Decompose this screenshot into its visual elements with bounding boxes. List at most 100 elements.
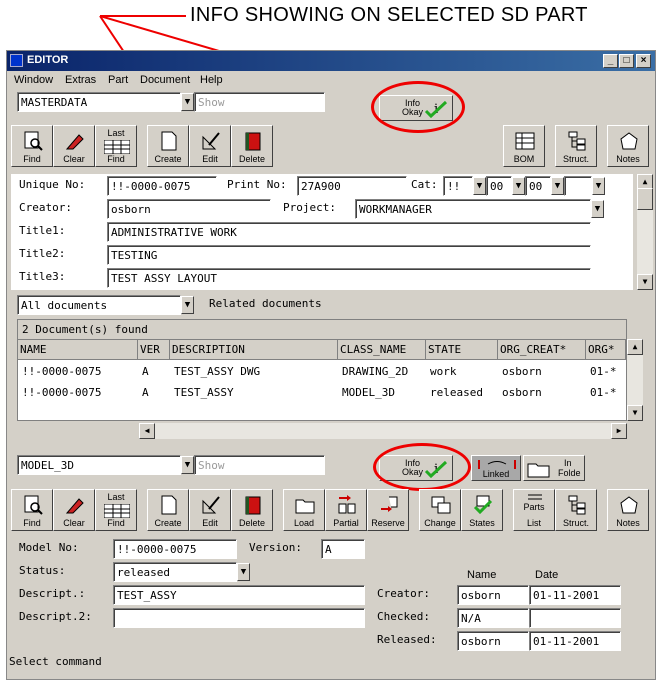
notes-icon <box>620 496 638 514</box>
part-scrollbar[interactable]: ▲ ▼ <box>637 174 653 290</box>
bom-button[interactable]: BOM <box>503 125 545 167</box>
states-button[interactable]: States <box>461 489 503 531</box>
col-ver[interactable]: VER <box>138 340 170 360</box>
edit-button[interactable]: Edit <box>189 125 231 167</box>
table-row[interactable]: !!-0000-0075 A TEST_ASSY MODEL_3D releas… <box>18 383 626 403</box>
last-find-button-2[interactable]: Last Find <box>95 489 137 531</box>
menu-window[interactable]: Window <box>14 74 53 86</box>
cat4-field[interactable] <box>564 176 592 196</box>
model-dropdown[interactable]: ▼ <box>181 456 194 474</box>
title1-field[interactable]: ADMINISTRATIVE WORK <box>107 222 591 242</box>
doc-scroll-down[interactable]: ▼ <box>627 405 643 421</box>
documents-hscroll[interactable]: ◀ ▶ <box>139 423 627 439</box>
scroll-down-button[interactable]: ▼ <box>637 274 653 290</box>
project-dropdown[interactable]: ▼ <box>591 200 604 218</box>
last-find-button[interactable]: Last Find <box>95 125 137 167</box>
descript2-field[interactable] <box>113 608 365 628</box>
notes-button[interactable]: Notes <box>607 125 649 167</box>
create-button-2[interactable]: Create <box>147 489 189 531</box>
cat3-dropdown[interactable]: ▼ <box>551 177 564 195</box>
creator-date-field[interactable]: 01-11-2001 <box>529 585 621 605</box>
delete-button[interactable]: Delete <box>231 125 273 167</box>
checked-name-field[interactable]: N/A <box>457 608 529 628</box>
cat2-dropdown[interactable]: ▼ <box>512 177 525 195</box>
doc-scroll-up[interactable]: ▲ <box>627 339 643 355</box>
structure-button[interactable]: Struct. <box>555 125 597 167</box>
show-field[interactable]: Show <box>194 92 325 112</box>
unique-no-field[interactable]: !!-0000-0075 <box>107 176 217 196</box>
cat3-field[interactable]: 00 <box>525 176 551 196</box>
in-folder-button[interactable]: In Folde <box>523 455 585 481</box>
clear-button[interactable]: Clear <box>53 125 95 167</box>
title3-field[interactable]: TEST ASSY LAYOUT <box>107 268 591 288</box>
structure-icon <box>568 495 586 515</box>
find-icon <box>24 131 43 151</box>
clear-button-2[interactable]: Clear <box>53 489 95 531</box>
delete-button-2[interactable]: Delete <box>231 489 273 531</box>
status-field[interactable]: released <box>113 562 237 582</box>
version-field[interactable]: A <box>321 539 365 559</box>
related-documents-label: Related documents <box>209 297 322 310</box>
new-document-icon <box>161 495 177 515</box>
menu-document[interactable]: Document <box>140 74 190 86</box>
doc-scroll-left[interactable]: ◀ <box>139 423 155 439</box>
col-org-creat[interactable]: ORG_CREAT* <box>498 340 586 360</box>
reserve-button[interactable]: Reserve <box>367 489 409 531</box>
cat2-field[interactable]: 00 <box>486 176 512 196</box>
edit-button-2[interactable]: Edit <box>189 489 231 531</box>
menu-part[interactable]: Part <box>108 74 128 86</box>
cat1-dropdown[interactable]: ▼ <box>473 177 486 195</box>
notes-icon <box>620 132 638 150</box>
menu-bar: Window Extras Part Document Help <box>7 71 655 89</box>
model-show-field[interactable]: Show <box>194 455 325 475</box>
documents-filter-dropdown[interactable]: ▼ <box>181 296 194 314</box>
documents-table: 2 Document(s) found NAME VER DESCRIPTION… <box>17 319 627 421</box>
col-description[interactable]: DESCRIPTION <box>170 340 338 360</box>
released-name-field[interactable]: osborn <box>457 631 529 651</box>
minimize-button[interactable]: _ <box>603 54 618 68</box>
model-no-field[interactable]: !!-0000-0075 <box>113 539 237 559</box>
title2-field[interactable]: TESTING <box>107 245 591 265</box>
table-row[interactable]: !!-0000-0075 A TEST_ASSY DWG DRAWING_2D … <box>18 362 626 382</box>
project-field[interactable]: WORKMANAGER <box>355 199 591 219</box>
descript-field[interactable]: TEST_ASSY <box>113 585 365 605</box>
parts-list-button[interactable]: Parts List <box>513 489 555 531</box>
checked-date-field[interactable] <box>529 608 621 628</box>
print-no-field[interactable]: 27A900 <box>297 176 407 196</box>
masterdata-selector[interactable]: MASTERDATA <box>17 92 181 112</box>
status-dropdown[interactable]: ▼ <box>237 563 250 581</box>
cat1-field[interactable]: !! <box>443 176 473 196</box>
notes-button-2[interactable]: Notes <box>607 489 649 531</box>
eraser-icon <box>65 134 84 150</box>
documents-vscroll[interactable]: ▲ ▼ <box>627 339 643 421</box>
change-button[interactable]: Change <box>419 489 461 531</box>
menu-extras[interactable]: Extras <box>65 74 96 86</box>
close-button[interactable]: × <box>636 54 651 68</box>
cat4-dropdown[interactable]: ▼ <box>592 177 605 195</box>
col-state[interactable]: STATE <box>426 340 498 360</box>
masterdata-dropdown[interactable]: ▼ <box>181 93 194 111</box>
released-date-field[interactable]: 01-11-2001 <box>529 631 621 651</box>
linked-button[interactable]: Linked <box>471 455 521 481</box>
create-button[interactable]: Create <box>147 125 189 167</box>
creator-field[interactable]: osborn <box>107 199 271 219</box>
find-button-2[interactable]: Find <box>11 489 53 531</box>
partial-button[interactable]: Partial <box>325 489 367 531</box>
scroll-thumb[interactable] <box>637 188 653 210</box>
menu-help[interactable]: Help <box>200 74 223 86</box>
documents-filter[interactable]: All documents <box>17 295 181 315</box>
col-class-name[interactable]: CLASS_NAME <box>338 340 426 360</box>
states-check-icon <box>473 495 493 515</box>
part-panel: Unique No: !!-0000-0075 Print No: 27A900… <box>11 174 633 290</box>
col-name[interactable]: NAME <box>18 340 138 360</box>
col-org[interactable]: ORG* <box>586 340 626 360</box>
structure-button-2[interactable]: Struct. <box>555 489 597 531</box>
table-header: NAME VER DESCRIPTION CLASS_NAME STATE OR… <box>18 340 626 360</box>
load-button[interactable]: Load <box>283 489 325 531</box>
find-button[interactable]: Find <box>11 125 53 167</box>
maximize-button[interactable]: □ <box>619 54 634 68</box>
model-selector[interactable]: MODEL_3D <box>17 455 181 475</box>
doc-scroll-right[interactable]: ▶ <box>611 423 627 439</box>
edit-icon <box>202 496 220 514</box>
creator-name-field[interactable]: osborn <box>457 585 529 605</box>
